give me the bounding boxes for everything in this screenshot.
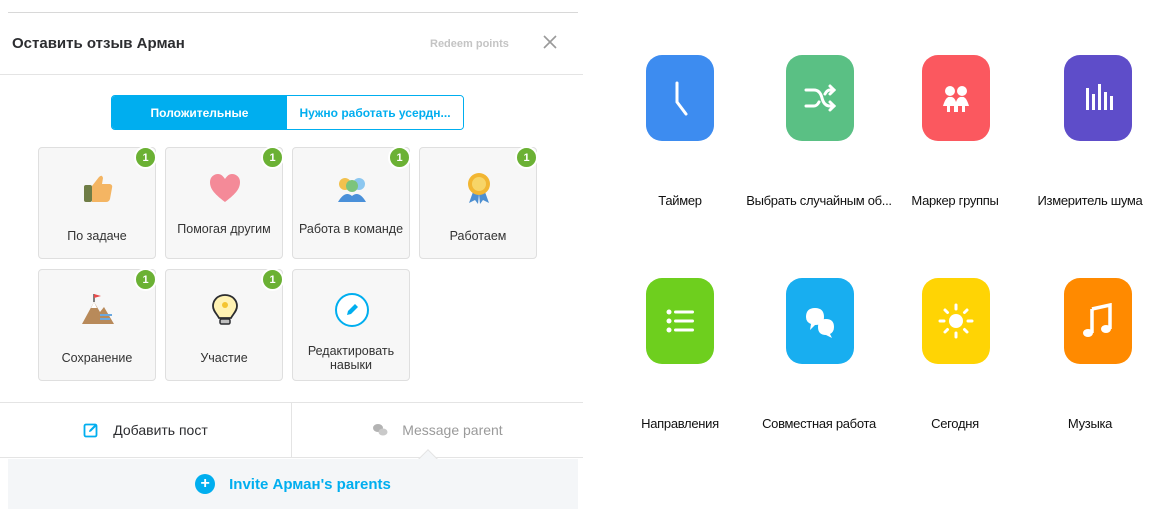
skill-tile-helping-others[interactable]: 1 Помогая другим [165,146,284,259]
heart-icon [210,174,240,202]
edit-note-icon [83,423,98,438]
add-post-button[interactable]: Добавить пост [0,403,291,457]
tool-tile [646,55,714,141]
skill-label: Работаем [449,229,507,243]
tool-tile [1064,55,1132,141]
close-icon [543,35,557,49]
tool-label-noise-meter: Измеритель шума [1037,193,1143,208]
skill-tile-working[interactable]: 1 Работаем [419,146,538,259]
thumbs-up-icon [84,175,113,202]
feedback-modal: Оставить отзыв Арман Redeem points Полож… [0,0,583,509]
tool-tile [1064,278,1132,364]
skill-count-badge: 1 [134,268,157,291]
shuffle-icon [804,84,837,112]
redeem-points-link[interactable]: Redeem points [430,38,509,50]
close-button[interactable] [539,31,561,53]
message-parent-label: Message parent [402,422,503,438]
chat-icon [373,424,388,436]
invite-prefix: Invite [229,475,269,493]
skill-label: Сохранение [61,351,133,365]
skill-label: Работа в команде [298,222,404,236]
modal-title: Оставить отзыв Арман [12,35,185,52]
skill-label: По задаче [67,229,127,243]
list-icon [666,309,694,333]
skill-count-badge: 1 [134,146,157,169]
skill-tile-teamwork[interactable]: 1 Работа в команде [292,146,411,259]
tab-needs-work[interactable]: Нужно работать усердн... [287,96,463,129]
skill-count-badge: 1 [261,146,284,169]
medal-icon [468,173,490,204]
skill-label: Участие [200,351,248,365]
skill-count-badge: 1 [261,268,284,291]
skill-tile-participation[interactable]: 1 Участие [165,268,284,381]
tool-tile [786,278,854,364]
music-note-icon [1083,303,1112,337]
add-post-label: Добавить пост [113,422,208,438]
skill-count-badge: 1 [515,146,538,169]
group-people-icon [943,86,969,112]
modal-footer: Добавить пост Message parent [0,402,583,458]
sound-bars-icon [1086,84,1113,110]
student-name: Арман [272,475,321,493]
skill-count-badge: 1 [388,146,411,169]
plus-icon: + [195,474,216,494]
tool-tile [786,55,854,141]
tool-label-music: Музыка [1067,416,1113,431]
message-parent-button[interactable]: Message parent [291,403,583,457]
skill-label: Редактировать навыки [307,344,395,372]
lightbulb-icon [212,294,238,325]
pencil-icon [335,293,369,327]
clock-hand-icon [675,81,688,116]
mountain-flag-icon [82,294,114,324]
sun-icon [938,303,974,339]
skill-label: Помогая другим [177,222,271,236]
modal-header: Оставить отзыв Арман Redeem points [0,13,583,75]
skill-tile-on-task[interactable]: 1 По задаче [38,146,157,259]
tab-positive[interactable]: Положительные [112,96,287,129]
skill-tile-persistence[interactable]: 1 Сохранение [38,268,157,381]
feedback-type-toggle: Положительные Нужно работать усердн... [111,95,464,130]
tool-tile [922,55,990,141]
invite-parents-button[interactable]: + Invite Арман's parents [8,459,578,509]
chat-bubbles-icon [806,308,834,338]
invite-suffix: 's parents [320,475,391,493]
tool-tile [646,278,714,364]
tool-tile [922,278,990,364]
team-icon [338,178,366,202]
edit-skills-tile[interactable]: Редактировать навыки [292,269,410,381]
